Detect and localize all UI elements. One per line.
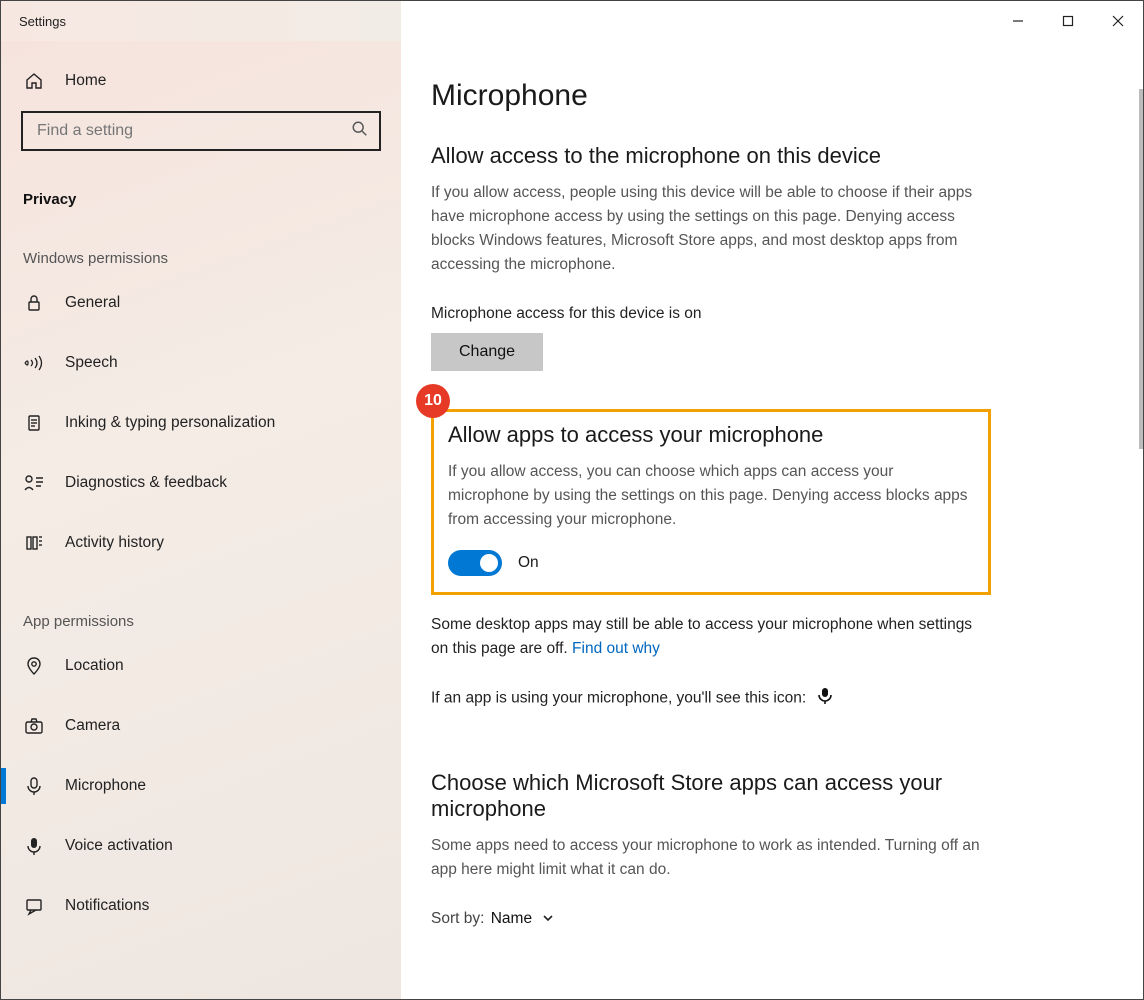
search-input[interactable] bbox=[37, 122, 351, 140]
group-windows-label: Windows permissions bbox=[1, 210, 401, 273]
sort-row[interactable]: Sort by: Name bbox=[431, 910, 1103, 928]
section-allow-device-desc: If you allow access, people using this d… bbox=[431, 181, 991, 277]
section-allow-device-title: Allow access to the microphone on this d… bbox=[431, 143, 1103, 169]
bell-icon bbox=[23, 895, 45, 917]
lock-icon bbox=[23, 292, 45, 314]
sidebar-item-inking[interactable]: Inking & typing personalization bbox=[1, 393, 401, 453]
page-title: Microphone bbox=[431, 79, 1103, 113]
sort-value: Name bbox=[491, 910, 532, 927]
scrollbar-thumb[interactable] bbox=[1139, 89, 1143, 449]
search-icon bbox=[351, 120, 369, 142]
toggle-state-label: On bbox=[518, 554, 539, 572]
desktop-apps-note: Some desktop apps may still be able to a… bbox=[431, 613, 991, 661]
sidebar-item-activity[interactable]: Activity history bbox=[1, 513, 401, 573]
sidebar-item-label: Location bbox=[65, 657, 124, 675]
sidebar-item-label: Camera bbox=[65, 717, 120, 735]
location-icon bbox=[23, 655, 45, 677]
clipboard-icon bbox=[23, 412, 45, 434]
section-allow-apps-title: Allow apps to access your microphone bbox=[448, 422, 974, 448]
sort-prefix: Sort by: bbox=[431, 910, 484, 927]
sidebar-home-label: Home bbox=[65, 72, 106, 90]
callout-badge: 10 bbox=[416, 384, 450, 418]
sidebar-item-speech[interactable]: Speech bbox=[1, 333, 401, 393]
sidebar-item-general[interactable]: General bbox=[1, 273, 401, 333]
sidebar-item-label: Microphone bbox=[65, 777, 146, 795]
mic-icon bbox=[23, 775, 45, 797]
group-app-label: App permissions bbox=[1, 573, 401, 636]
sidebar-item-voice[interactable]: Voice activation bbox=[1, 816, 401, 876]
section-choose-apps-title: Choose which Microsoft Store apps can ac… bbox=[431, 770, 991, 822]
main-content: Microphone Allow access to the microphon… bbox=[401, 41, 1143, 999]
sidebar-item-label: General bbox=[65, 294, 120, 312]
sidebar-item-label: Notifications bbox=[65, 897, 149, 915]
sidebar-home[interactable]: Home bbox=[1, 51, 401, 111]
category-label: Privacy bbox=[1, 163, 401, 210]
mic-indicator-icon bbox=[818, 692, 832, 709]
home-icon bbox=[23, 70, 45, 92]
window-controls bbox=[993, 1, 1143, 41]
sidebar: Home Privacy Windows permissions General bbox=[1, 41, 401, 999]
speech-icon bbox=[23, 352, 45, 374]
minimize-button[interactable] bbox=[993, 1, 1043, 41]
find-out-why-link[interactable]: Find out why bbox=[572, 640, 660, 657]
sidebar-item-label: Diagnostics & feedback bbox=[65, 474, 227, 492]
window-title: Settings bbox=[1, 14, 66, 29]
sidebar-item-label: Activity history bbox=[65, 534, 164, 552]
history-icon bbox=[23, 532, 45, 554]
scrollbar[interactable] bbox=[1133, 41, 1143, 999]
allow-apps-toggle[interactable] bbox=[448, 550, 502, 576]
feedback-icon bbox=[23, 472, 45, 494]
mic-icon-line: If an app is using your microphone, you'… bbox=[431, 687, 1103, 710]
change-button[interactable]: Change bbox=[431, 333, 543, 371]
chevron-down-icon bbox=[542, 910, 554, 927]
highlight-callout: 10 Allow apps to access your microphone … bbox=[431, 409, 991, 595]
sidebar-item-location[interactable]: Location bbox=[1, 636, 401, 696]
sidebar-item-label: Voice activation bbox=[65, 837, 173, 855]
search-box[interactable] bbox=[21, 111, 381, 151]
section-choose-apps-desc: Some apps need to access your microphone… bbox=[431, 834, 991, 882]
maximize-button[interactable] bbox=[1043, 1, 1093, 41]
section-allow-apps-desc: If you allow access, you can choose whic… bbox=[448, 460, 974, 532]
close-button[interactable] bbox=[1093, 1, 1143, 41]
sidebar-item-camera[interactable]: Camera bbox=[1, 696, 401, 756]
sidebar-item-microphone[interactable]: Microphone bbox=[1, 756, 401, 816]
sidebar-item-diagnostics[interactable]: Diagnostics & feedback bbox=[1, 453, 401, 513]
voice-icon bbox=[23, 835, 45, 857]
sidebar-item-label: Speech bbox=[65, 354, 118, 372]
device-access-status: Microphone access for this device is on bbox=[431, 305, 1103, 323]
sidebar-item-notifications[interactable]: Notifications bbox=[1, 876, 401, 936]
sidebar-item-label: Inking & typing personalization bbox=[65, 414, 275, 432]
camera-icon bbox=[23, 715, 45, 737]
titlebar: Settings bbox=[1, 1, 1143, 41]
